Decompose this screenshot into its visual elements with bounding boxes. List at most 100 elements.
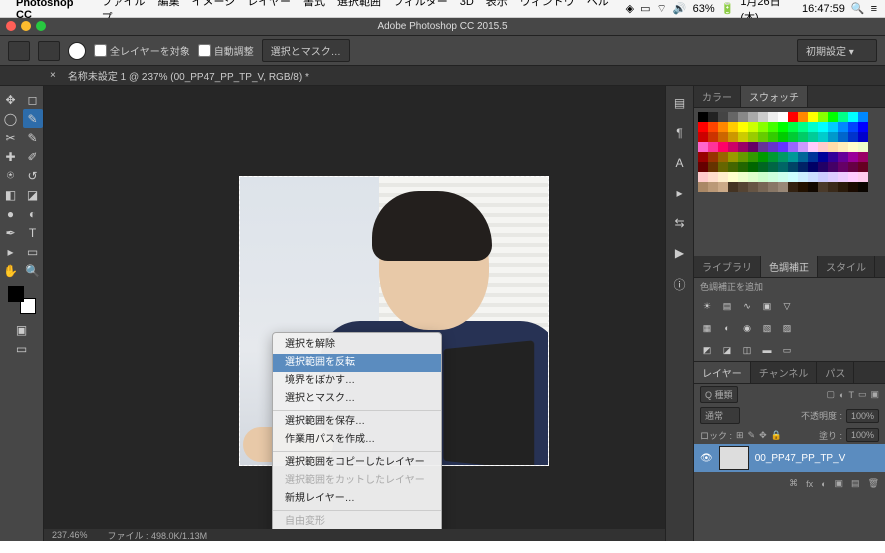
eraser-tool[interactable]: ◧: [1, 185, 21, 204]
swatch[interactable]: [818, 162, 828, 172]
swatch[interactable]: [818, 122, 828, 132]
marquee-tool[interactable]: ◻: [23, 90, 43, 109]
swatch[interactable]: [728, 182, 738, 192]
battery-icon[interactable]: 🔋: [721, 2, 735, 15]
swatch[interactable]: [848, 122, 858, 132]
brush-panel-icon[interactable]: ¶: [676, 126, 682, 140]
tool-preset-icon[interactable]: [8, 41, 30, 61]
search-icon[interactable]: 🔍: [851, 2, 865, 15]
context-menu-item[interactable]: 選択範囲をコピーしたレイヤー: [273, 454, 441, 472]
zoom-level[interactable]: 237.46%: [52, 530, 88, 540]
swatch[interactable]: [698, 132, 708, 142]
document-tab[interactable]: 名称未設定 1 @ 237% (00_PP47_PP_TP_V, RGB/8) …: [60, 68, 317, 83]
swatch[interactable]: [698, 122, 708, 132]
swatch[interactable]: [838, 182, 848, 192]
swatch[interactable]: [718, 132, 728, 142]
swatch[interactable]: [808, 172, 818, 182]
context-menu-item[interactable]: 選択範囲を反転: [273, 354, 441, 372]
bw-icon[interactable]: ◐: [720, 321, 734, 335]
info-panel-icon[interactable]: ⓘ: [673, 276, 685, 293]
swatch[interactable]: [708, 122, 718, 132]
swatch[interactable]: [738, 122, 748, 132]
swatch[interactable]: [708, 162, 718, 172]
path-select-tool[interactable]: ▸: [1, 242, 21, 261]
dodge-tool[interactable]: ◐: [23, 204, 43, 223]
filter-smart-icon[interactable]: ▣: [870, 389, 879, 400]
selective-icon[interactable]: ▭: [780, 343, 794, 357]
volume-icon[interactable]: 🔊: [673, 2, 687, 15]
swatch[interactable]: [768, 132, 778, 142]
swatch[interactable]: [828, 112, 838, 122]
swatch[interactable]: [778, 122, 788, 132]
select-and-mask-button[interactable]: 選択とマスク…: [262, 39, 350, 62]
invert-icon[interactable]: ◩: [700, 343, 714, 357]
swatch[interactable]: [748, 162, 758, 172]
swatch[interactable]: [858, 142, 868, 152]
swatch[interactable]: [738, 172, 748, 182]
swatch[interactable]: [778, 182, 788, 192]
selection-mode-icon[interactable]: [38, 41, 60, 61]
mac-menu-item[interactable]: 編集: [158, 0, 180, 8]
swatch[interactable]: [748, 132, 758, 142]
swatch[interactable]: [818, 132, 828, 142]
swatch[interactable]: [798, 112, 808, 122]
quick-select-tool[interactable]: ✎: [23, 109, 43, 128]
swatch[interactable]: [808, 162, 818, 172]
close-window-icon[interactable]: [6, 21, 16, 31]
context-menu-item[interactable]: 選択範囲を保存…: [273, 413, 441, 431]
filter-shape-icon[interactable]: ▭: [858, 389, 867, 400]
curves-icon[interactable]: ∿: [740, 299, 754, 313]
context-menu-item[interactable]: 選択とマスク…: [273, 390, 441, 408]
swatch[interactable]: [758, 112, 768, 122]
swatch[interactable]: [788, 132, 798, 142]
healing-tool[interactable]: ✚: [1, 147, 21, 166]
pen-tool[interactable]: ✒: [1, 223, 21, 242]
tab-library[interactable]: ライブラリ: [694, 256, 761, 277]
swatch[interactable]: [828, 132, 838, 142]
tab-color[interactable]: カラー: [694, 86, 741, 107]
link-layers-icon[interactable]: ⌘: [789, 478, 798, 489]
swatch[interactable]: [758, 182, 768, 192]
layer-fx-icon[interactable]: fx: [806, 479, 813, 489]
char-panel-icon[interactable]: A: [675, 156, 683, 170]
swatch[interactable]: [858, 122, 868, 132]
mac-menu-item[interactable]: ファイル: [102, 0, 146, 8]
swatch[interactable]: [808, 122, 818, 132]
lut-icon[interactable]: ▨: [780, 321, 794, 335]
all-layers-checkbox[interactable]: 全レイヤーを対象: [94, 43, 190, 58]
lasso-tool[interactable]: ◯: [1, 109, 21, 128]
swatch[interactable]: [808, 152, 818, 162]
swatch[interactable]: [708, 112, 718, 122]
swatch[interactable]: [798, 132, 808, 142]
history-panel-icon[interactable]: ▤: [674, 96, 685, 110]
hue-icon[interactable]: ▦: [700, 321, 714, 335]
swatch[interactable]: [718, 142, 728, 152]
swatch[interactable]: [788, 162, 798, 172]
action-panel-icon[interactable]: ▸: [676, 186, 682, 200]
swatch[interactable]: [778, 132, 788, 142]
swatch[interactable]: [818, 112, 828, 122]
blur-tool[interactable]: ●: [1, 204, 21, 223]
channel-mixer-icon[interactable]: ▧: [760, 321, 774, 335]
tab-layers[interactable]: レイヤー: [694, 362, 751, 383]
swatch[interactable]: [808, 182, 818, 192]
swatch[interactable]: [768, 162, 778, 172]
hand-tool[interactable]: ✋: [1, 261, 21, 280]
vibrance-icon[interactable]: ▽: [780, 299, 794, 313]
swatch[interactable]: [748, 112, 758, 122]
brush-preview-icon[interactable]: [68, 42, 86, 60]
swatch[interactable]: [698, 152, 708, 162]
close-tab-icon[interactable]: ×: [50, 70, 56, 81]
swatch[interactable]: [698, 172, 708, 182]
delete-layer-icon[interactable]: 🗑: [868, 478, 879, 489]
swatch[interactable]: [768, 112, 778, 122]
swatch[interactable]: [808, 142, 818, 152]
swatch[interactable]: [798, 172, 808, 182]
swatch[interactable]: [768, 182, 778, 192]
swatch[interactable]: [738, 152, 748, 162]
swatch[interactable]: [758, 122, 768, 132]
swatch[interactable]: [718, 122, 728, 132]
bluetooth-icon[interactable]: ⌔: [657, 2, 667, 16]
swatch[interactable]: [718, 112, 728, 122]
type-tool[interactable]: T: [23, 223, 43, 242]
